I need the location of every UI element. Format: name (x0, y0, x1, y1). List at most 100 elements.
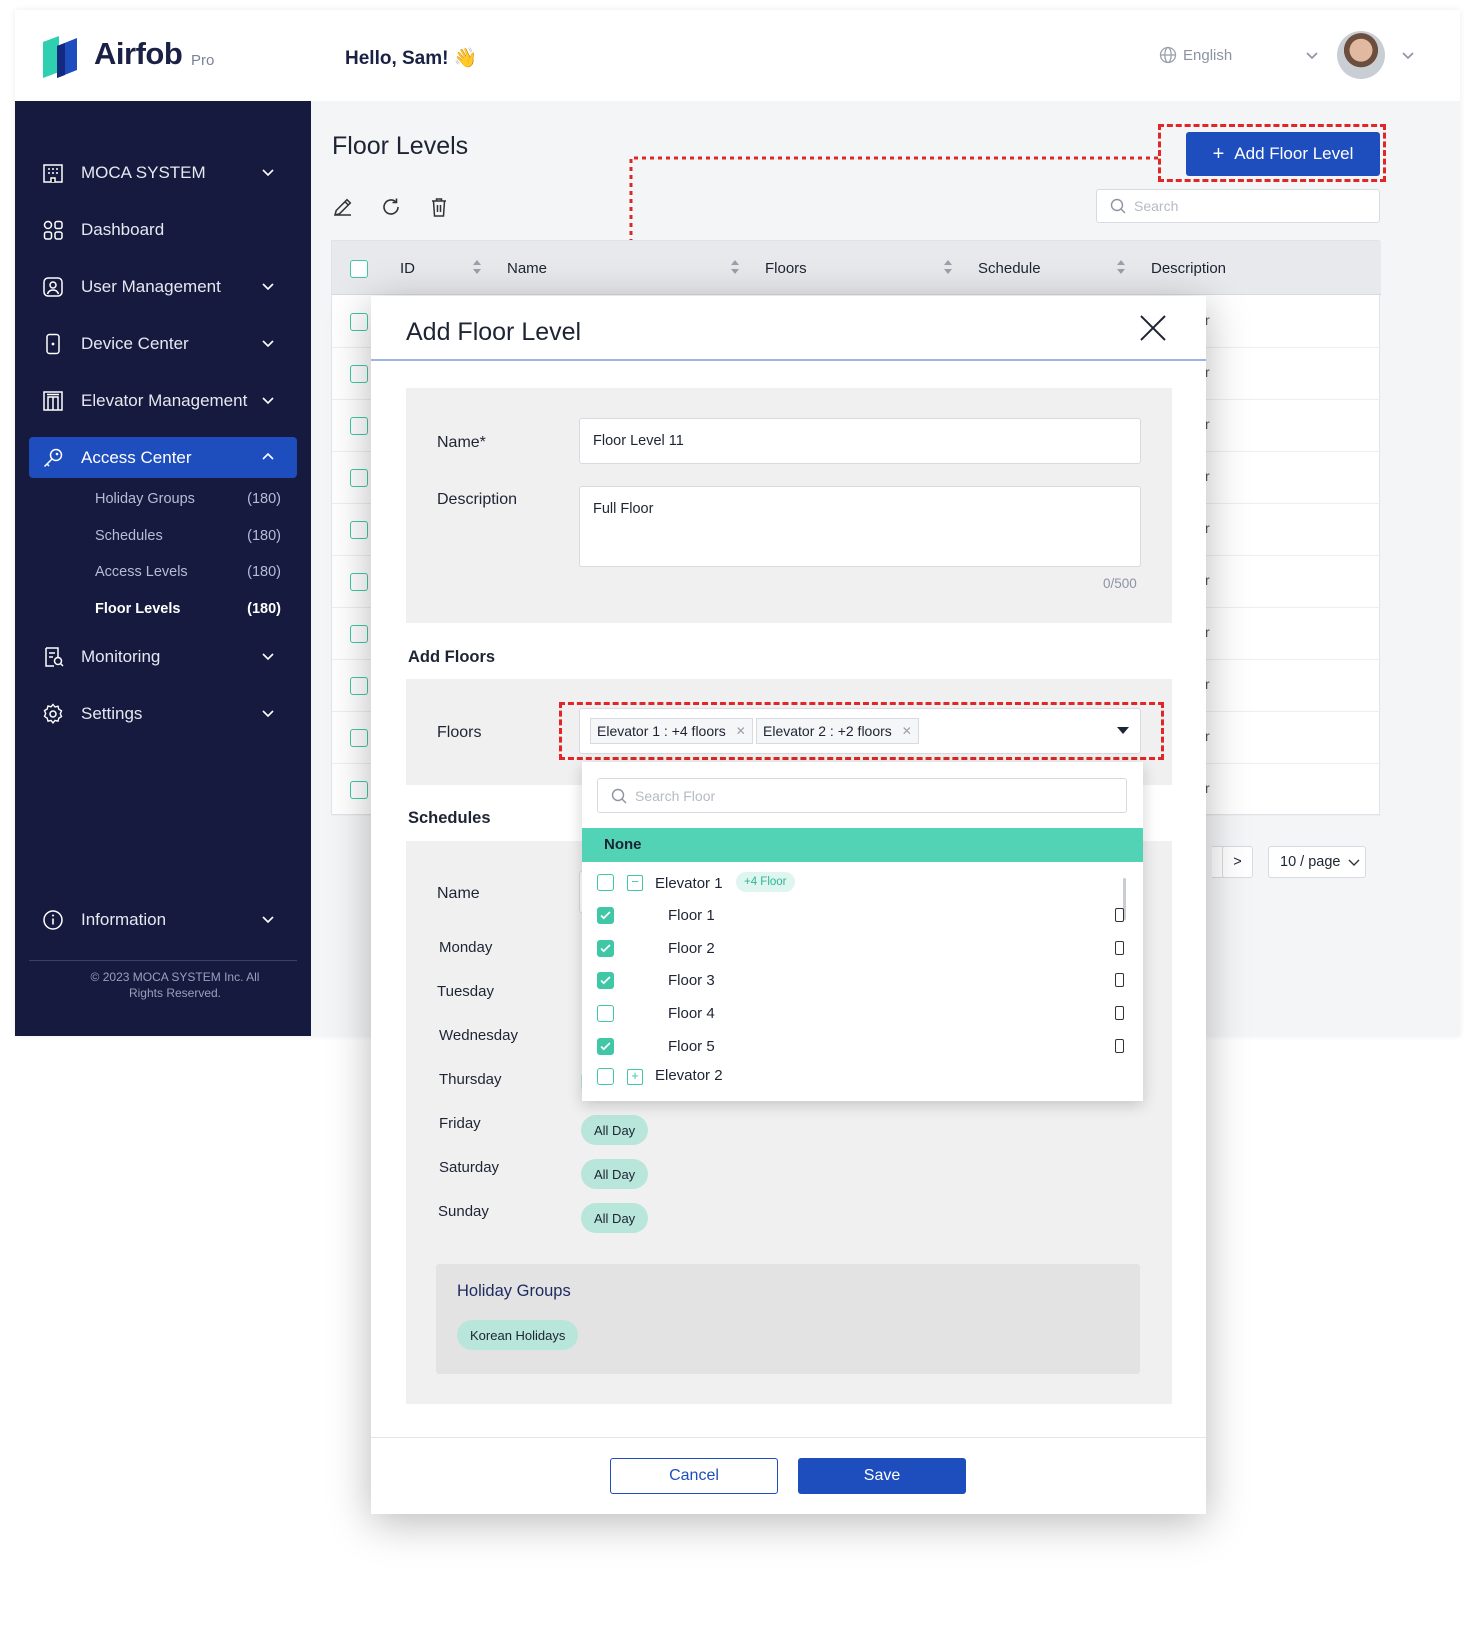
table-header: ID Name Floors Schedule Description (332, 241, 1381, 295)
search-input[interactable]: Search (1096, 189, 1380, 223)
column-header-floors[interactable]: Floors (765, 260, 807, 277)
sidebar: MOCA SYSTEM Dashboard User Management De… (15, 101, 311, 1036)
avatar[interactable] (1337, 31, 1385, 79)
day-label: Monday (439, 939, 493, 956)
floor-checkbox[interactable] (597, 939, 614, 957)
sidebar-item-label: Settings (81, 704, 143, 723)
sidebar-item-monitoring[interactable]: Monitoring (29, 635, 297, 679)
description-textarea[interactable]: Full Floor (579, 486, 1141, 567)
row-checkbox[interactable] (350, 573, 368, 591)
sidebar-item-information[interactable]: Information (29, 898, 297, 942)
row-checkbox[interactable] (350, 521, 368, 539)
sidebar-item-moca-system[interactable]: MOCA SYSTEM (29, 151, 297, 195)
check-icon (600, 944, 611, 953)
sort-icon[interactable] (731, 260, 739, 274)
sidebar-item-label: Device Center (81, 334, 189, 353)
row-checkbox[interactable] (350, 469, 368, 487)
sidebar-item-elevator-management[interactable]: Elevator Management (29, 379, 297, 423)
sidebar-item-device-center[interactable]: Device Center (29, 322, 297, 366)
language-selector[interactable]: English (1183, 47, 1232, 64)
pagination-next-button[interactable]: > (1222, 846, 1253, 878)
refresh-icon[interactable] (380, 196, 402, 218)
edit-icon[interactable] (332, 196, 354, 218)
search-icon (611, 788, 627, 803)
sidebar-item-settings[interactable]: Settings (29, 692, 297, 736)
elevator-1-checkbox[interactable] (597, 874, 614, 891)
row-checkbox[interactable] (350, 625, 368, 643)
sort-icon[interactable] (1117, 260, 1125, 274)
select-all-checkbox[interactable] (350, 260, 368, 278)
column-header-description[interactable]: Description (1151, 260, 1226, 277)
day-label: Wednesday (439, 1027, 518, 1044)
chevron-down-icon (262, 340, 274, 348)
floor-option[interactable]: Floor 1 (582, 901, 1143, 931)
row-checkbox[interactable] (350, 365, 368, 383)
sidebar-item-label: Elevator Management (81, 391, 248, 410)
save-button[interactable]: Save (798, 1458, 966, 1494)
row-checkbox[interactable] (350, 677, 368, 695)
chevron-down-icon (262, 653, 274, 661)
sidebar-subitem-access-levels[interactable]: Access Levels (180) (95, 564, 281, 580)
elevator-1-group[interactable]: − Elevator 1 +4 Floor (582, 868, 1143, 898)
option-none[interactable]: None (582, 828, 1143, 862)
modal-footer: Cancel Save (371, 1437, 1206, 1514)
collapse-icon[interactable]: − (627, 875, 643, 891)
floor-option[interactable]: Floor 2 (582, 934, 1143, 964)
sort-icon[interactable] (944, 260, 952, 274)
brand-edition: Pro (191, 52, 215, 69)
plus-icon: + (1212, 143, 1225, 165)
floor-checkbox[interactable] (597, 907, 614, 924)
floor-option[interactable]: Floor 5 (582, 1032, 1143, 1062)
row-checkbox[interactable] (350, 313, 368, 331)
day-label: Saturday (439, 1159, 500, 1176)
elevator-2-group[interactable]: + Elevator 2 (582, 1062, 1143, 1092)
add-floor-level-button[interactable]: + Add Floor Level (1186, 132, 1380, 176)
sidebar-subitem-floor-levels[interactable]: Floor Levels (180) (95, 601, 281, 617)
close-icon[interactable] (1138, 313, 1168, 343)
check-icon (600, 911, 611, 920)
subitem-label: Holiday Groups (95, 491, 195, 507)
expand-icon[interactable]: + (627, 1069, 643, 1085)
chevron-down-icon[interactable] (1305, 50, 1319, 60)
day-label: Friday (439, 1115, 481, 1132)
floor-option[interactable]: Floor 3 (582, 966, 1143, 996)
trash-icon[interactable] (428, 196, 450, 218)
chevron-down-icon (1348, 859, 1360, 866)
phone-icon (1115, 940, 1124, 955)
floor-option[interactable]: Floor 4 (582, 999, 1143, 1029)
key-icon (43, 448, 63, 467)
chevron-down-icon (262, 169, 274, 177)
cancel-button[interactable]: Cancel (610, 1458, 778, 1494)
sidebar-item-user-management[interactable]: User Management (29, 265, 297, 309)
search-placeholder: Search (1134, 198, 1179, 214)
phone-icon (1115, 973, 1124, 988)
column-header-id[interactable]: ID (400, 260, 415, 277)
sidebar-subitem-schedules[interactable]: Schedules (180) (95, 528, 281, 544)
floor-checkbox[interactable] (597, 1037, 614, 1055)
floor-checkbox[interactable] (597, 972, 614, 990)
page-size-select[interactable]: 10 / page (1268, 846, 1366, 878)
row-checkbox[interactable] (350, 781, 368, 799)
row-checkbox[interactable] (350, 729, 368, 747)
name-label: Name* (437, 434, 486, 451)
subitem-count: (180) (247, 601, 281, 617)
search-floor-input[interactable]: Search Floor (597, 778, 1127, 813)
sidebar-subitem-holiday-groups[interactable]: Holiday Groups (180) (95, 491, 281, 507)
row-checkbox[interactable] (350, 417, 368, 435)
floor-checkbox[interactable] (597, 1005, 614, 1023)
column-header-name[interactable]: Name (507, 260, 547, 277)
sidebar-item-access-center[interactable]: Access Center (29, 437, 297, 478)
schedule-pill: All Day (581, 1115, 649, 1145)
subitem-label: Schedules (95, 528, 163, 544)
sidebar-item-label: Access Center (81, 447, 192, 467)
day-label: Tuesday (437, 983, 494, 1000)
sidebar-item-dashboard[interactable]: Dashboard (29, 208, 297, 252)
column-header-schedule[interactable]: Schedule (978, 260, 1041, 277)
elevator-2-checkbox[interactable] (597, 1068, 614, 1085)
scroll-fade (371, 1404, 1206, 1437)
sort-icon[interactable] (473, 260, 481, 274)
name-input[interactable]: Floor Level 11 (579, 418, 1141, 464)
holiday-groups-card: Holiday Groups Korean Holidays (436, 1264, 1140, 1374)
chevron-down-icon[interactable] (1401, 50, 1415, 60)
floor-label: Floor 5 (668, 1037, 715, 1055)
